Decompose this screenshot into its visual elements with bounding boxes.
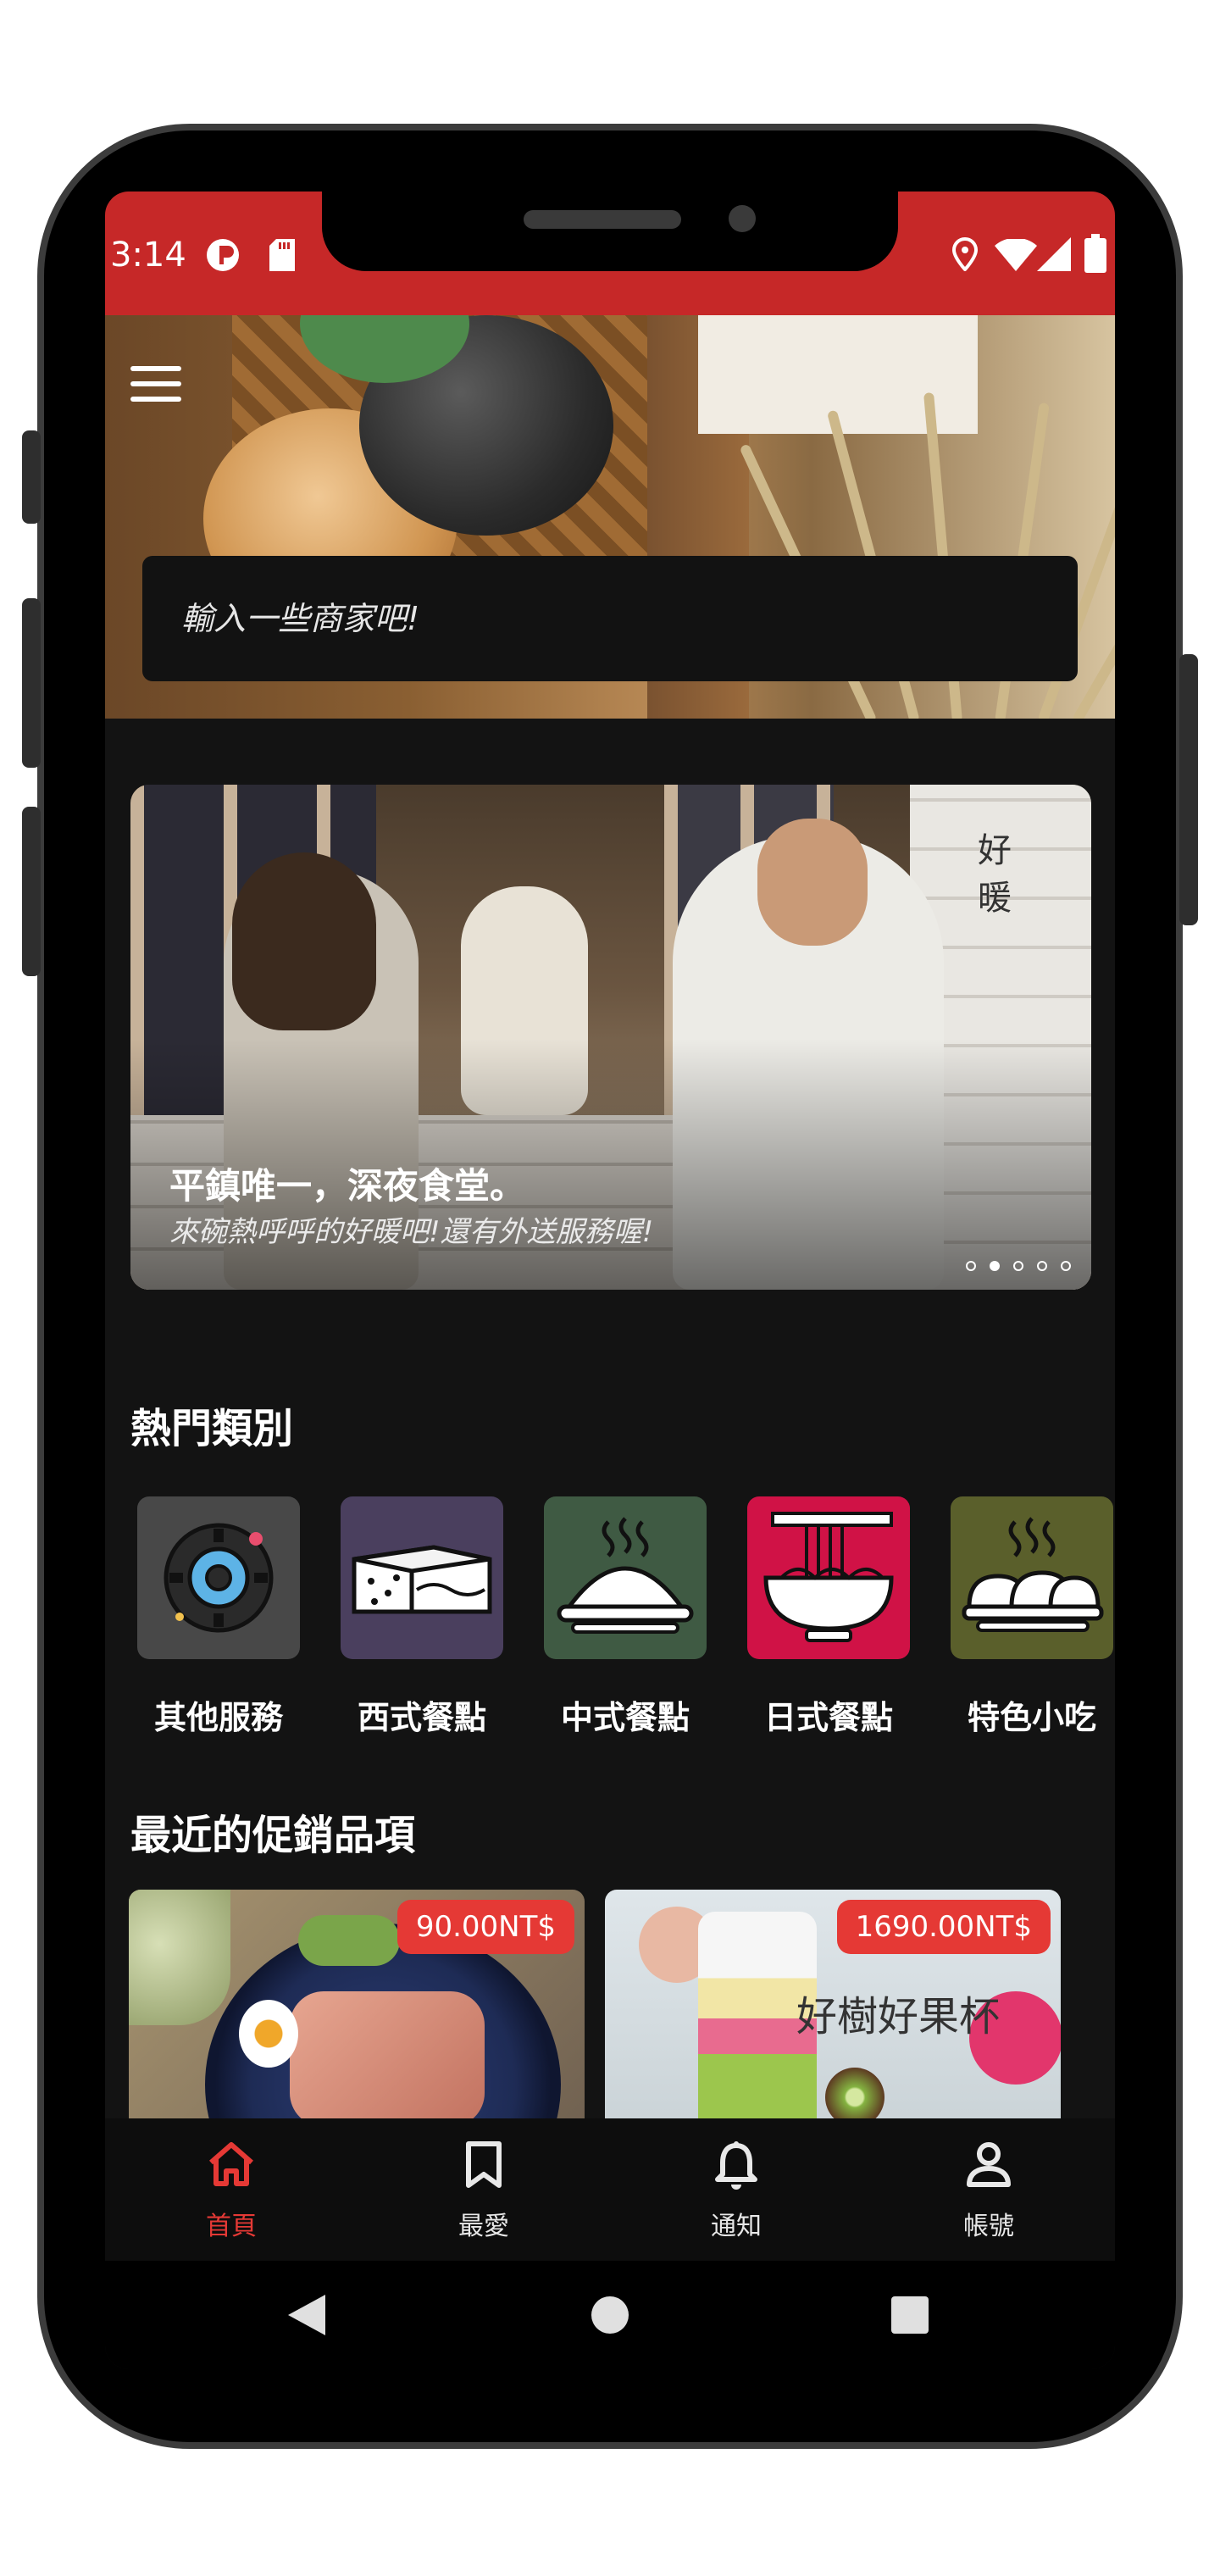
promo-greens [298,1915,400,1966]
search-input[interactable]: 輸入一些商家吧! [142,556,1078,681]
category-western-food[interactable]: 西式餐點 [341,1496,503,1738]
category-label: 特色小吃 [967,1699,1096,1736]
banner-subtitle: 來碗熱呼呼的好暖吧!還有外送服務喔! [169,1215,654,1249]
nav-favorites[interactable]: 最愛 [358,2118,610,2261]
bottom-navigation: 首頁 最愛 通知 帳號 [105,2118,1115,2261]
promotions-title: 最近的促銷品項 [130,1812,416,1859]
category-chinese-food[interactable]: 中式餐點 [544,1496,707,1738]
wheat-stalk [1071,477,1115,719]
carousel-dot[interactable] [1037,1261,1047,1271]
category-tile [747,1496,910,1659]
nav-label-notifications: 通知 [711,2212,762,2241]
category-tile [137,1496,300,1659]
category-tile [951,1496,1113,1659]
promo-card[interactable]: 90.00NT$ [129,1890,585,2118]
system-navigation-bar [105,2261,1115,2369]
promotions-row: 90.00NT$ 好樹好果杯 1690.00NT$ [129,1890,1115,2118]
phone-speaker [524,210,681,229]
signal-icon [1037,237,1071,271]
gear-icon [164,1523,274,1633]
carousel-dot[interactable] [1013,1261,1023,1271]
bell-icon [715,2141,757,2190]
category-label: 中式餐點 [560,1699,690,1736]
banner-title: 平鎮唯一，深夜食堂。 [169,1165,526,1207]
banner-shop-sign: 好暖 [978,831,1012,918]
category-label: 西式餐點 [357,1699,486,1736]
nav-notifications[interactable]: 通知 [610,2118,862,2261]
phone-notch [322,192,898,271]
woman-hair [232,852,376,1030]
dumplings-icon [962,1517,1104,1632]
banner-carousel[interactable]: 好暖 平鎮唯一，深夜食堂。 來碗熱呼呼的好暖吧!還有外送服務喔! [130,785,1091,1290]
phone-side-button [22,430,41,524]
nav-account[interactable]: 帳號 [862,2118,1115,2261]
header-hero-image: 輸入一些商家吧! [105,315,1115,719]
nav-label-favorites: 最愛 [458,2212,509,2241]
promo-egg [239,2000,298,2068]
location-icon [952,237,978,271]
phone-volume-down-button [22,807,41,976]
sd-card-icon [269,239,295,271]
app-screen: 3:14 輸入一些商家吧! 好暖 平鎮唯一，深夜食堂。 來碗熱呼呼的好暖吧!還有… [105,192,1115,2369]
category-tile [341,1496,503,1659]
home-icon [209,2142,253,2186]
phone-power-button [1179,654,1198,925]
promo-price-badge: 90.00NT$ [396,1900,574,1954]
status-time: 3:14 [110,236,186,275]
promo-soup-cup [129,1890,230,2025]
hamburger-menu-icon[interactable] [130,366,181,403]
home-circle-icon[interactable] [591,2296,629,2334]
categories-title: 熱門類別 [130,1405,294,1452]
category-japanese-food[interactable]: 日式餐點 [747,1496,910,1738]
battery-icon [1084,234,1106,273]
recents-icon[interactable] [891,2296,929,2334]
phone-camera [729,205,756,232]
promo-price-badge: 1690.00NT$ [836,1900,1051,1954]
rice-bowl-icon [557,1517,694,1634]
app-logo-icon [207,239,239,271]
promo-card[interactable]: 好樹好果杯 1690.00NT$ [605,1890,1061,2118]
nav-label-home: 首頁 [206,2212,257,2241]
promo-caption: 好樹好果杯 [796,1993,1001,2040]
ramen-bowl-icon [763,1512,894,1642]
carousel-dots [966,1261,1071,1271]
phone-volume-up-button [22,598,41,768]
nav-label-account: 帳號 [963,2212,1014,2241]
category-tile [544,1496,707,1659]
carousel-dot[interactable] [966,1261,976,1271]
carousel-dot-active[interactable] [990,1261,1000,1271]
category-snacks[interactable]: 特色小吃 [951,1496,1113,1738]
cheese-icon [352,1545,492,1614]
category-label: 日式餐點 [763,1699,893,1736]
categories-row: 其他服務 西式餐點 中式餐點 日式餐點 特色小吃 [137,1496,1113,1738]
category-other-services[interactable]: 其他服務 [137,1496,300,1738]
nav-home[interactable]: 首頁 [105,2118,358,2261]
man-face [757,819,868,946]
promo-meat [290,1991,485,2118]
account-icon [967,2142,1011,2187]
promo-kiwi [825,2068,884,2118]
back-icon[interactable] [288,2295,325,2335]
bookmark-icon [466,2141,502,2188]
wifi-icon [995,239,1037,271]
carousel-dot[interactable] [1061,1261,1071,1271]
category-label: 其他服務 [153,1699,283,1736]
